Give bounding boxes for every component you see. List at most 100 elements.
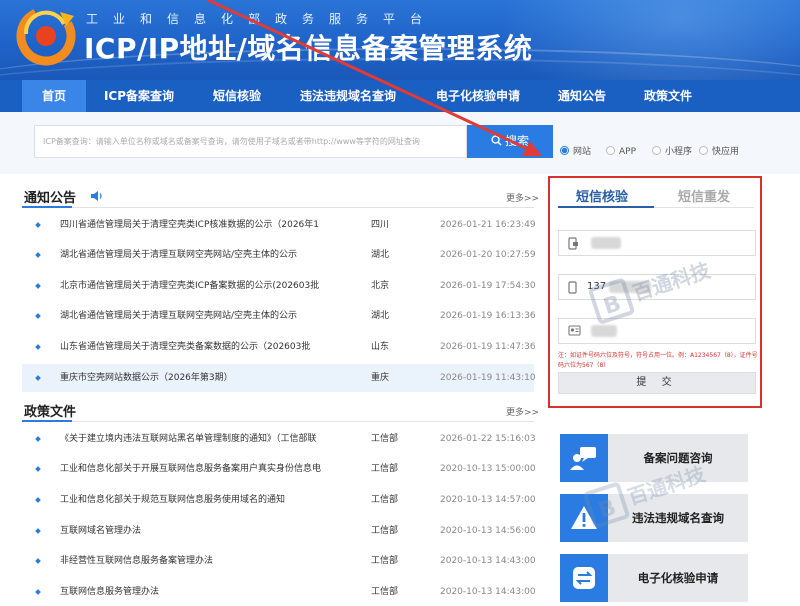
search-input[interactable]: ICP备案查询：请输入单位名称或域名或备案号查询，请勿使用子域名或者带http:…: [34, 125, 467, 158]
notice-row[interactable]: 四川省通信管理局关于清理空壳类ICP核准数据的公示（2026年1 四川 2026-0…: [22, 211, 536, 239]
speaker-icon: [91, 191, 102, 201]
policy-source: 工信部: [371, 495, 399, 505]
nav-item-sms-verify[interactable]: 短信核验: [200, 80, 274, 112]
policy-title: 非经营性互联网信息服务备案管理办法: [60, 556, 214, 566]
id-number-field[interactable]: [558, 318, 756, 344]
service-illegal-domain[interactable]: 违法违规域名查询: [560, 494, 748, 542]
notice-row[interactable]: 北京市通信管理局关于清理空壳类ICP备案数据的公示(202603批 北京 2026-…: [22, 272, 536, 300]
id-format-note: 注：如证件号码六位及符号，符号占用一位。例：A1234567（8），证件号码六位…: [558, 352, 758, 369]
tab-sms-resend[interactable]: 短信重发: [678, 186, 730, 205]
bullet-icon: [35, 497, 41, 503]
radio-label: 网站: [573, 147, 592, 157]
notice-row[interactable]: 山东省通信管理局关于清理空壳类备案数据的公示（202603批 山东 2026-01-…: [22, 333, 536, 361]
banner-title: ICP/IP地址/域名信息备案管理系统: [84, 32, 533, 65]
policy-source: 工信部: [371, 526, 399, 536]
nav-item-e-verify[interactable]: 电子化核验申请: [426, 80, 530, 112]
notice-region: 重庆: [371, 373, 390, 383]
policy-title: 互联网信息服务管理办法: [60, 587, 160, 597]
warning-icon: [560, 494, 608, 542]
notice-date: 2026-01-19 11:47:36: [440, 342, 536, 352]
policy-date: 2020-10-13 14:56:00: [440, 526, 536, 536]
policy-source: 工信部: [371, 587, 399, 597]
notice-title: 湖北省通信管理局关于清理互联网空壳网站/空壳主体的公示: [60, 250, 298, 260]
nav-item-notices[interactable]: 通知公告: [548, 80, 616, 112]
banner-subtitle: 工业和信息化部政务服务平台: [86, 12, 438, 26]
notice-title: 山东省通信管理局关于清理空壳类备案数据的公示（202603批: [60, 342, 311, 352]
radio-mini-program[interactable]: 小程序: [652, 146, 692, 158]
policies-more-link[interactable]: 更多>>: [506, 405, 539, 418]
policy-row[interactable]: 工业和信息化部关于开展互联网信息服务备案用户真实身份信息电 工信部 2020-10-…: [22, 455, 536, 483]
radio-label: APP: [619, 147, 637, 157]
policy-row[interactable]: 互联网域名管理办法 工信部 2020-10-13 14:56:00: [22, 517, 536, 545]
policy-row[interactable]: 非经营性互联网信息服务备案管理办法 工信部 2020-10-13 14:43:00: [22, 547, 536, 575]
policy-title: 工业和信息化部关于开展互联网信息服务备案用户真实身份信息电: [60, 464, 322, 474]
bullet-icon: [35, 528, 41, 534]
service-e-verify[interactable]: 电子化核验申请: [560, 554, 748, 602]
verify-code-field[interactable]: [558, 230, 756, 256]
bullet-icon: [35, 222, 41, 228]
policy-source: 工信部: [371, 464, 399, 474]
search-icon: [491, 135, 502, 146]
radio-quick-app[interactable]: 快应用: [699, 146, 739, 158]
bullet-icon: [35, 283, 41, 289]
sms-code-icon: [568, 237, 578, 250]
service-label: 电子化核验申请: [637, 571, 719, 585]
service-label: 备案问题咨询: [643, 451, 713, 465]
radio-app[interactable]: APP: [606, 146, 636, 158]
notice-row[interactable]: 湖北省通信管理局关于清理互联网空壳网站/空壳主体的公示 湖北 2026-01-20 …: [22, 241, 536, 269]
radio-dot: [560, 146, 569, 155]
radio-dot: [652, 146, 661, 155]
policy-row[interactable]: 互联网信息服务管理办法 工信部 2020-10-13 14:43:00: [22, 578, 536, 606]
notice-title: 北京市通信管理局关于清理空壳类ICP备案数据的公示(202603批: [60, 281, 320, 291]
nav-item-policies[interactable]: 政策文件: [634, 80, 702, 112]
nav-item-icp-query[interactable]: ICP备案查询: [96, 80, 182, 112]
policy-row[interactable]: 《关于建立境内违法互联网站黑名单管理制度的通知》（工信部联 工信部 2026-01-…: [22, 425, 536, 453]
search-button-label: 搜索: [504, 134, 529, 148]
site-logo-icon: [16, 6, 76, 66]
radio-label: 快应用: [712, 147, 740, 157]
notice-title: 湖北省通信管理局关于清理互联网空壳网站/空壳主体的公示: [60, 311, 298, 321]
notices-divider: [22, 206, 534, 208]
notice-date: 2026-01-19 11:43:10: [440, 373, 536, 383]
bullet-icon: [35, 375, 41, 381]
nav-item-home[interactable]: 首页: [22, 80, 86, 112]
bullet-icon: [35, 313, 41, 319]
policy-date: 2020-10-13 14:43:00: [440, 556, 536, 566]
policy-title: 互联网域名管理办法: [60, 526, 142, 536]
notices-title: 通知公告: [24, 191, 77, 206]
notice-region: 山东: [371, 342, 390, 352]
policy-source: 工信部: [371, 556, 399, 566]
radio-website[interactable]: 网站: [560, 146, 591, 158]
notice-title: 四川省通信管理局关于清理空壳类ICP核准数据的公示（2026年1: [60, 220, 319, 230]
redacted-value: [609, 281, 651, 293]
search-button[interactable]: 搜索: [467, 125, 553, 158]
header-banner: 工业和信息化部政务服务平台 ICP/IP地址/域名信息备案管理系统: [0, 0, 800, 80]
notice-region: 北京: [371, 281, 390, 291]
nav-item-illegal-domain[interactable]: 违法违规域名查询: [292, 80, 404, 112]
policy-date: 2020-10-13 15:00:00: [440, 464, 536, 474]
notice-row[interactable]: 重庆市空壳网站数据公示（2026年第3期） 重庆 2026-01-19 11:43:…: [22, 364, 536, 392]
notice-date: 2026-01-20 10:27:59: [440, 250, 536, 260]
divider-accent: [22, 206, 72, 208]
policies-divider: [22, 420, 534, 422]
policy-row[interactable]: 工业和信息化部关于规范互联网信息服务使用域名的通知 工信部 2020-10-13 1…: [22, 486, 536, 514]
submit-button[interactable]: 提 交: [558, 372, 756, 394]
radio-dot: [699, 146, 708, 155]
phone-field[interactable]: 137: [558, 274, 756, 300]
notice-date: 2026-01-19 17:54:30: [440, 281, 536, 291]
notice-row[interactable]: 湖北省通信管理局关于清理互联网空壳网站/空壳主体的公示 湖北 2026-01-19 …: [22, 302, 536, 330]
service-consult[interactable]: 备案问题咨询: [560, 434, 748, 482]
transfer-icon: [560, 554, 608, 602]
notice-region: 湖北: [371, 250, 390, 260]
notice-region: 湖北: [371, 311, 390, 321]
policy-title: 《关于建立境内违法互联网站黑名单管理制度的通知》（工信部联: [60, 434, 317, 444]
bullet-icon: [35, 436, 41, 442]
radio-label: 小程序: [665, 147, 693, 157]
notice-title: 重庆市空壳网站数据公示（2026年第3期）: [60, 373, 233, 383]
policies-title: 政策文件: [24, 405, 77, 420]
notices-more-link[interactable]: 更多>>: [506, 191, 539, 204]
bullet-icon: [35, 344, 41, 350]
redacted-value: [591, 325, 617, 337]
tab-sms-verify[interactable]: 短信核验: [576, 186, 628, 205]
main-nav: 首页 ICP备案查询 短信核验 违法违规域名查询 电子化核验申请 通知公告 政策…: [0, 80, 800, 112]
